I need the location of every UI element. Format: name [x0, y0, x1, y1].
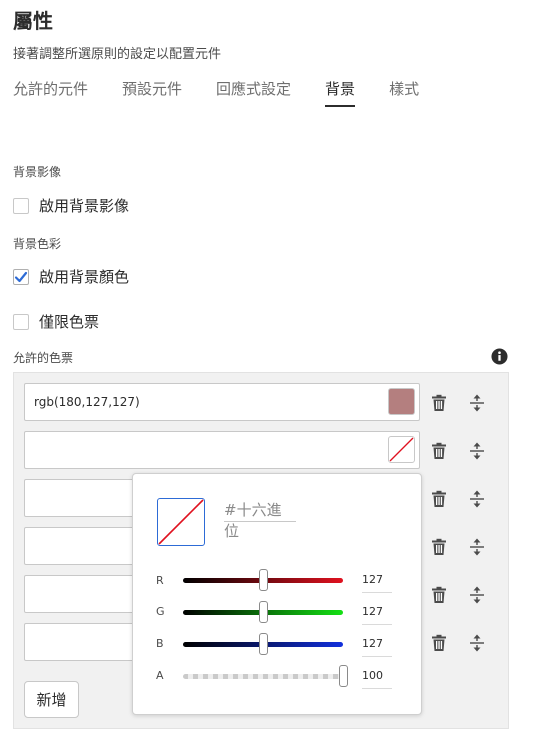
tab-allowed-components[interactable]: 允許的元件 — [13, 78, 88, 107]
move-icon[interactable] — [468, 634, 486, 652]
checkbox-box[interactable] — [13, 197, 29, 214]
red-slider-handle[interactable] — [258, 569, 268, 591]
tab-bar: 允許的元件 預設元件 回應式設定 背景 樣式 — [13, 78, 453, 107]
swatch-row: rgb(180,127,127) — [24, 383, 420, 421]
channel-label-g: G — [156, 605, 165, 618]
checkbox-label: 僅限色票 — [39, 313, 100, 331]
move-icon[interactable] — [468, 490, 486, 508]
checkbox-box[interactable] — [13, 268, 29, 285]
add-swatch-button[interactable]: 新增 — [24, 681, 79, 718]
alpha-slider-track[interactable] — [183, 674, 343, 679]
trash-icon[interactable] — [430, 442, 448, 460]
hex-input[interactable]: #十六進位 — [224, 499, 296, 540]
trash-icon[interactable] — [430, 634, 448, 652]
swatches-only-checkbox[interactable]: 僅限色票 — [13, 311, 99, 332]
check-icon — [14, 271, 28, 282]
blue-slider-handle[interactable] — [258, 633, 268, 655]
allowed-swatches-label: 允許的色票 — [13, 351, 74, 365]
enable-background-color-checkbox[interactable]: 啟用背景顏色 — [13, 266, 129, 287]
channel-label-r: R — [156, 574, 164, 587]
page-subtitle: 接著調整所選原則的設定以配置元件 — [13, 47, 222, 62]
move-icon[interactable] — [468, 586, 486, 604]
color-value-input[interactable]: rgb(180,127,127) — [24, 383, 420, 421]
channel-label-a: A — [156, 669, 164, 682]
move-icon[interactable] — [468, 394, 486, 412]
red-value-field[interactable]: 127 — [362, 568, 392, 593]
alpha-value-field[interactable]: 100 — [362, 664, 392, 689]
trash-icon[interactable] — [430, 586, 448, 604]
trash-icon[interactable] — [430, 490, 448, 508]
tab-default-components[interactable]: 預設元件 — [122, 78, 182, 107]
checkbox-label: 啟用背景影像 — [39, 197, 130, 215]
swatch-row — [24, 431, 420, 469]
color-swatch-button[interactable] — [388, 436, 415, 463]
background-image-section-label: 背景影像 — [13, 165, 62, 179]
color-preview — [157, 498, 205, 546]
properties-page: 屬性 接著調整所選原則的設定以配置元件 允許的元件 預設元件 回應式設定 背景 … — [0, 0, 533, 741]
trash-icon[interactable] — [430, 538, 448, 556]
tab-styles[interactable]: 樣式 — [389, 78, 419, 107]
no-color-icon — [389, 437, 414, 462]
page-title: 屬性 — [13, 9, 53, 33]
move-icon[interactable] — [468, 442, 486, 460]
no-color-icon — [158, 499, 204, 545]
tab-responsive-settings[interactable]: 回應式設定 — [216, 78, 291, 107]
alpha-slider-handle[interactable] — [338, 665, 348, 687]
move-icon[interactable] — [468, 538, 486, 556]
color-picker-popover: #十六進位 R 127 G 127 B 127 A 100 — [132, 473, 422, 715]
color-swatch-button[interactable] — [388, 388, 415, 415]
enable-background-image-checkbox[interactable]: 啟用背景影像 — [13, 195, 129, 216]
channel-label-b: B — [156, 637, 164, 650]
checkbox-box[interactable] — [13, 313, 29, 330]
checkbox-label: 啟用背景顏色 — [39, 268, 130, 286]
blue-value-field[interactable]: 127 — [362, 632, 392, 657]
green-value-field[interactable]: 127 — [362, 600, 392, 625]
color-value-input[interactable] — [24, 431, 420, 469]
green-slider-handle[interactable] — [258, 601, 268, 623]
background-color-section-label: 背景色彩 — [13, 237, 62, 251]
info-icon[interactable] — [491, 348, 508, 365]
tab-background[interactable]: 背景 — [325, 78, 356, 107]
trash-icon[interactable] — [430, 394, 448, 412]
